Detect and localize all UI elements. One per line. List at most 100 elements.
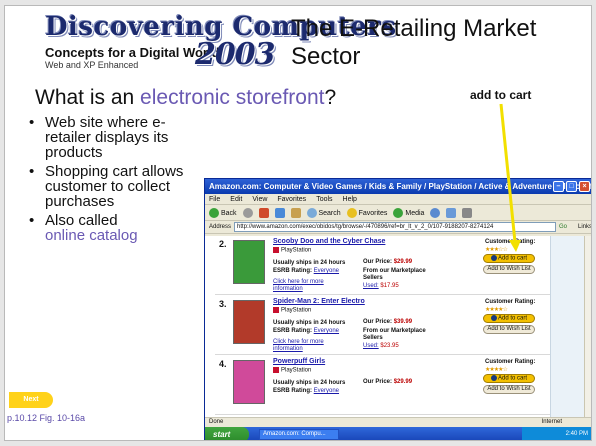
mail-icon[interactable] xyxy=(446,207,457,218)
status-text: Done xyxy=(209,419,224,425)
more-info-link[interactable]: Click here for more information xyxy=(273,279,353,293)
next-slide-button[interactable]: Next xyxy=(9,392,53,408)
product-platform: PlayStation xyxy=(273,367,311,374)
product-cover-image[interactable] xyxy=(233,300,265,344)
product-number: 4. xyxy=(219,359,227,369)
menu-favorites[interactable]: Favorites xyxy=(277,194,306,204)
add-to-cart-callout: add to cart xyxy=(470,88,532,102)
start-button[interactable]: start xyxy=(205,427,249,440)
product-title-link[interactable]: Spider-Man 2: Enter Electro xyxy=(273,298,365,305)
menu-file[interactable]: File xyxy=(209,194,220,204)
slide-question: What is an electronic storefront? xyxy=(35,86,336,110)
refresh-icon[interactable] xyxy=(274,207,285,218)
product-title-link[interactable]: Powerpuff Girls xyxy=(273,358,325,365)
page-content: 2. Scooby Doo and the Cyber Chase PlaySt… xyxy=(205,236,591,417)
bullet-list: Web site where e-retailer displays its p… xyxy=(25,115,200,247)
search-button[interactable]: Search xyxy=(306,207,341,218)
taskbar-item[interactable]: Amazon.com: Compu... xyxy=(259,429,339,440)
menu-help[interactable]: Help xyxy=(343,194,357,204)
vertical-scrollbar[interactable] xyxy=(584,236,591,417)
address-field[interactable]: http://www.amazon.com/exec/obidos/tg/bro… xyxy=(234,222,556,232)
cart-icon xyxy=(490,315,497,321)
back-arrow-icon xyxy=(209,207,219,218)
add-to-cart-button[interactable]: Add to cart xyxy=(483,374,535,383)
media-icon xyxy=(393,207,404,218)
back-button[interactable]: Back xyxy=(209,207,237,218)
maximize-icon[interactable]: □ xyxy=(566,181,577,192)
cart-label: Add to cart xyxy=(497,375,527,382)
used-price: Used: $17.95 xyxy=(363,283,399,289)
ship-text: Usually ships in 24 hours xyxy=(273,380,346,386)
esrb-link[interactable]: Everyone xyxy=(314,388,339,394)
go-button[interactable]: Go xyxy=(559,224,575,230)
used-link[interactable]: Used: xyxy=(363,343,379,349)
more-info-link[interactable]: Click here for more information xyxy=(273,339,353,353)
product-shipping: Usually ships in 24 hours ESRB Rating: Ev… xyxy=(273,379,345,395)
customer-rating-label: Customer Rating: xyxy=(485,299,536,305)
logo-subtitle: Concepts for a Digital World xyxy=(45,45,220,60)
logo-year: 2003 xyxy=(195,37,275,72)
esrb-link[interactable]: Everyone xyxy=(314,328,339,334)
bullet-text: Web site where e-retailer displays its p… xyxy=(45,114,169,161)
close-icon[interactable]: × xyxy=(579,181,590,192)
book-logo: Discovering Computers Concepts for a Dig… xyxy=(45,12,396,74)
rating-stars: ★★★☆☆ xyxy=(485,247,508,253)
star-icon xyxy=(346,207,357,218)
window-controls: – □ × xyxy=(553,181,590,192)
product-number: 2. xyxy=(219,239,227,249)
cart-icon xyxy=(490,375,497,381)
ship-text: Usually ships in 24 hours xyxy=(273,320,346,326)
history-icon[interactable] xyxy=(430,207,441,218)
links-button[interactable]: Links xyxy=(578,224,591,230)
stop-icon[interactable] xyxy=(258,207,269,218)
platform-label: PlayStation xyxy=(281,307,312,314)
product-cover-image[interactable] xyxy=(233,240,265,284)
add-to-wish-list-button[interactable]: Add to Wish List xyxy=(483,325,535,334)
product-title-link[interactable]: Scooby Doo and the Cyber Chase xyxy=(273,238,385,245)
cart-label: Add to cart xyxy=(497,255,527,262)
browser-window: Amazon.com: Computer & Video Games / Kid… xyxy=(204,178,591,440)
menu-view[interactable]: View xyxy=(252,194,267,204)
esrb-label: ESRB Rating: xyxy=(273,268,312,274)
bullet-item: Web site where e-retailer displays its p… xyxy=(25,115,200,160)
playstation-icon xyxy=(273,367,279,373)
used-value: $23.95 xyxy=(380,343,399,349)
media-label: Media xyxy=(405,209,425,217)
media-button[interactable]: Media xyxy=(393,207,425,218)
used-link[interactable]: Used: xyxy=(363,283,379,289)
price-value: $39.99 xyxy=(393,319,413,325)
menu-edit[interactable]: Edit xyxy=(230,194,242,204)
bullet-item: Shopping cart allows customer to collect… xyxy=(25,164,200,209)
bullet-item: Also calledonline catalog xyxy=(25,213,200,243)
product-row: 2. Scooby Doo and the Cyber Chase PlaySt… xyxy=(215,236,550,295)
used-value: $17.95 xyxy=(380,283,399,289)
forward-arrow-icon[interactable] xyxy=(242,207,253,218)
rating-stars: ★★★★☆ xyxy=(485,307,508,313)
back-label: Back xyxy=(220,209,237,217)
browser-titlebar: Amazon.com: Computer & Video Games / Kid… xyxy=(205,179,591,194)
question-term: electronic storefront xyxy=(140,86,325,109)
bullet-term: online catalog xyxy=(45,227,138,244)
question-prefix: What is an xyxy=(35,86,141,109)
favorites-button[interactable]: Favorites xyxy=(346,207,387,218)
add-to-cart-button[interactable]: Add to cart xyxy=(483,254,535,263)
menu-tools[interactable]: Tools xyxy=(316,194,332,204)
add-to-wish-list-button[interactable]: Add to Wish List xyxy=(483,385,535,394)
add-to-wish-list-button[interactable]: Add to Wish List xyxy=(483,265,535,274)
minimize-icon[interactable]: – xyxy=(553,181,564,192)
status-zone: Internet xyxy=(541,419,562,425)
add-to-cart-button[interactable]: Add to cart xyxy=(483,314,535,323)
playstation-icon xyxy=(273,307,279,313)
esrb-link[interactable]: Everyone xyxy=(314,268,339,274)
print-icon[interactable] xyxy=(462,207,473,218)
product-row: 3. Spider-Man 2: Enter Electro PlayStati… xyxy=(215,296,550,355)
price-value: $29.99 xyxy=(393,379,413,385)
product-price: Our Price: $29.99 xyxy=(363,259,412,265)
price-label: Our Price: xyxy=(363,259,393,265)
cart-icon xyxy=(490,255,497,261)
home-icon[interactable] xyxy=(290,207,301,218)
product-cover-image[interactable] xyxy=(233,360,265,404)
bullet-text: Shopping cart allows customer to collect… xyxy=(45,163,184,210)
rating-stars: ★★★★☆ xyxy=(485,367,508,373)
windows-taskbar: start Amazon.com: Compu... 2:40 PM xyxy=(205,427,591,440)
